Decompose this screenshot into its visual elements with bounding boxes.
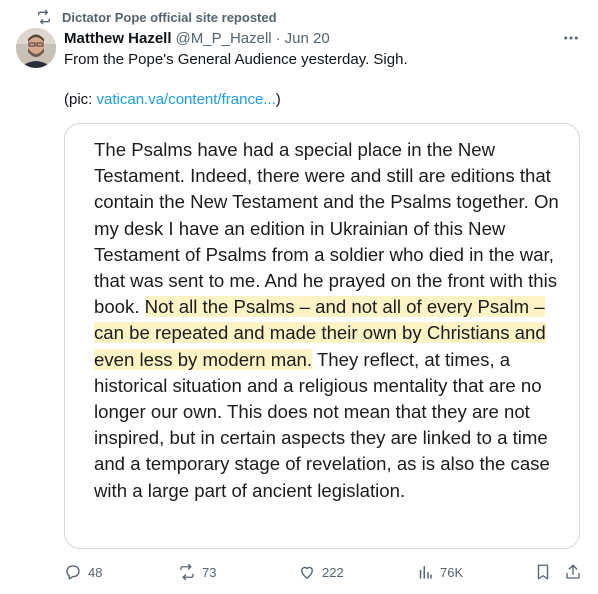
attached-image[interactable]: The Psalms have had a special place in t… (64, 123, 580, 549)
views-count: 76K (440, 564, 464, 580)
repost-count: 73 (202, 564, 217, 580)
reply-count: 48 (88, 564, 103, 580)
tweet-text: From the Pope's General Audience yesterd… (64, 50, 574, 110)
more-options-button[interactable] (560, 28, 582, 48)
repost-indicator[interactable]: Dictator Pope official site reposted (36, 7, 277, 27)
tweet-date[interactable]: Jun 20 (285, 30, 330, 47)
more-icon (564, 36, 578, 40)
pic-link[interactable]: vatican.va/content/france... (97, 91, 276, 108)
repost-icon (38, 9, 50, 25)
author-handle[interactable]: @M_P_Hazell (176, 30, 272, 47)
pic-prefix: (pic: (64, 91, 97, 108)
tweet-line-1: From the Pope's General Audience yesterd… (64, 51, 408, 68)
quote-text-after: They reflect, at times, a historical sit… (94, 348, 550, 501)
tweet-line-pic: (pic: vatican.va/content/france...) (64, 90, 574, 110)
avatar[interactable] (16, 28, 56, 68)
share-button[interactable] (564, 560, 582, 584)
author-name[interactable]: Matthew Hazell (64, 30, 172, 47)
repost-label: Dictator Pope official site reposted (62, 9, 277, 25)
heart-icon (301, 566, 313, 579)
pic-suffix: ) (275, 91, 281, 108)
repost-icon (180, 563, 194, 581)
reply-button[interactable]: 48 (64, 560, 102, 584)
bookmark-icon (537, 564, 549, 580)
bookmark-button[interactable] (534, 560, 552, 584)
views-icon (419, 566, 432, 579)
tweet-header: Matthew Hazell @M_P_Hazell · Jun 20 (64, 28, 330, 48)
image-quote-text: The Psalms have had a special place in t… (94, 137, 564, 504)
share-icon (566, 564, 580, 579)
views-button[interactable]: 76K (416, 560, 463, 584)
like-count: 222 (322, 564, 344, 580)
separator-dot: · (275, 29, 281, 47)
avatar-image (16, 28, 56, 68)
repost-button[interactable]: 73 (178, 560, 216, 584)
quote-text-before: The Psalms have had a special place in t… (94, 139, 559, 318)
reply-icon (66, 565, 80, 580)
like-button[interactable]: 222 (298, 560, 344, 584)
action-bar: 48 73 222 76K (64, 560, 584, 584)
